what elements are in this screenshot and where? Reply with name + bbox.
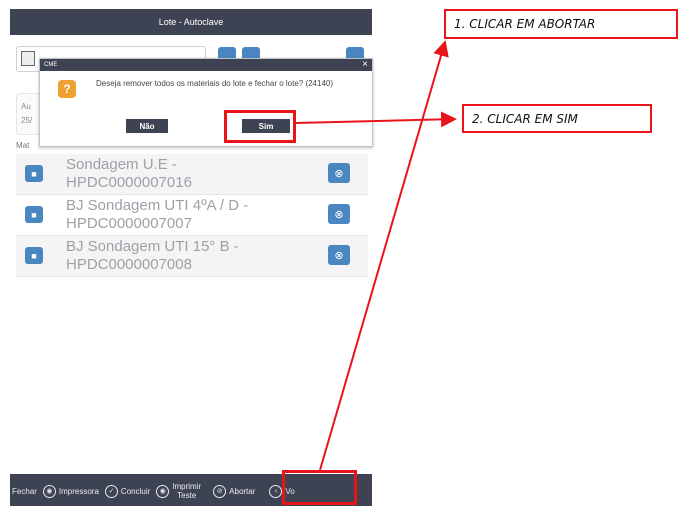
conclude-label: Concluir [120, 486, 151, 496]
remove-icon[interactable]: ⊗ [328, 204, 350, 224]
camera-icon[interactable]: ■ [25, 165, 43, 182]
abort-button[interactable]: ⊘ Abortar [213, 484, 256, 498]
remove-icon[interactable]: ⊗ [328, 163, 350, 183]
confirm-dialog: CME × ? Deseja remover todos os materiai… [39, 58, 373, 147]
back-icon: ‹ [269, 484, 283, 498]
check-circle-icon: ✓ [104, 484, 118, 498]
material-code: HPDC0000007016 [66, 174, 192, 191]
printer-button[interactable]: ◉ Impressora [42, 484, 99, 498]
print-test-label-2: Teste [177, 491, 197, 500]
conclude-button[interactable]: ✓ Concluir [104, 484, 151, 498]
dialog-message: Deseja remover todos os materiais do lot… [96, 79, 334, 88]
abort-label: Abortar [229, 486, 256, 496]
remove-icon[interactable]: ⊗ [328, 245, 350, 265]
close-button[interactable]: Fechar [12, 487, 37, 496]
material-code: HPDC0000007008 [66, 256, 192, 273]
close-icon[interactable]: × [362, 59, 368, 71]
close-label: Fechar [12, 486, 37, 496]
printer-label: Impressora [58, 486, 99, 496]
info-line-1: Au [21, 102, 31, 111]
highlight-yes-button [224, 110, 296, 143]
camera-icon[interactable]: ■ [25, 247, 43, 264]
print-test-button[interactable]: ◉ Imprimir Teste [156, 482, 201, 500]
materials-list: ■ Sondagem U.E - HPDC0000007016 ⊗ ■ BJ S… [16, 154, 368, 277]
question-icon: ? [58, 80, 76, 98]
abort-icon: ⊘ [213, 484, 227, 498]
annotation-step1-text: 1. CLICAR EM ABORTAR [454, 17, 596, 31]
material-name: BJ Sondagem UTI 15° B - [66, 238, 239, 255]
annotation-step1: 1. CLICAR EM ABORTAR [444, 9, 678, 39]
list-item: ■ Sondagem U.E - HPDC0000007016 ⊗ [16, 154, 368, 195]
materials-label: Mat [16, 141, 30, 150]
window-title: Lote - Autoclave [158, 17, 224, 27]
no-button[interactable]: Não [126, 119, 168, 133]
annotation-step2: 2. CLICAR EM SIM [462, 104, 652, 133]
printer-icon: ◉ [42, 484, 56, 498]
list-item: ■ BJ Sondagem UTI 15° B - HPDC0000007008… [16, 236, 368, 277]
window-title-bar: Lote - Autoclave [10, 9, 372, 35]
material-name: BJ Sondagem UTI 4ºA / D - [66, 197, 249, 214]
material-name: Sondagem U.E - [66, 156, 177, 173]
annotation-step2-text: 2. CLICAR EM SIM [472, 111, 578, 126]
print-test-label-1: Imprimir [172, 482, 202, 491]
print-test-icon: ◉ [156, 484, 170, 498]
camera-icon[interactable]: ■ [25, 206, 43, 223]
dialog-header: CME × [40, 59, 372, 71]
dialog-title: CME [44, 62, 58, 68]
list-item: ■ BJ Sondagem UTI 4ºA / D - HPDC00000070… [16, 195, 368, 236]
info-line-2: 25/ [21, 116, 33, 125]
highlight-abort-button [282, 470, 357, 505]
material-code: HPDC0000007007 [66, 215, 192, 232]
barcode-icon [21, 51, 35, 66]
